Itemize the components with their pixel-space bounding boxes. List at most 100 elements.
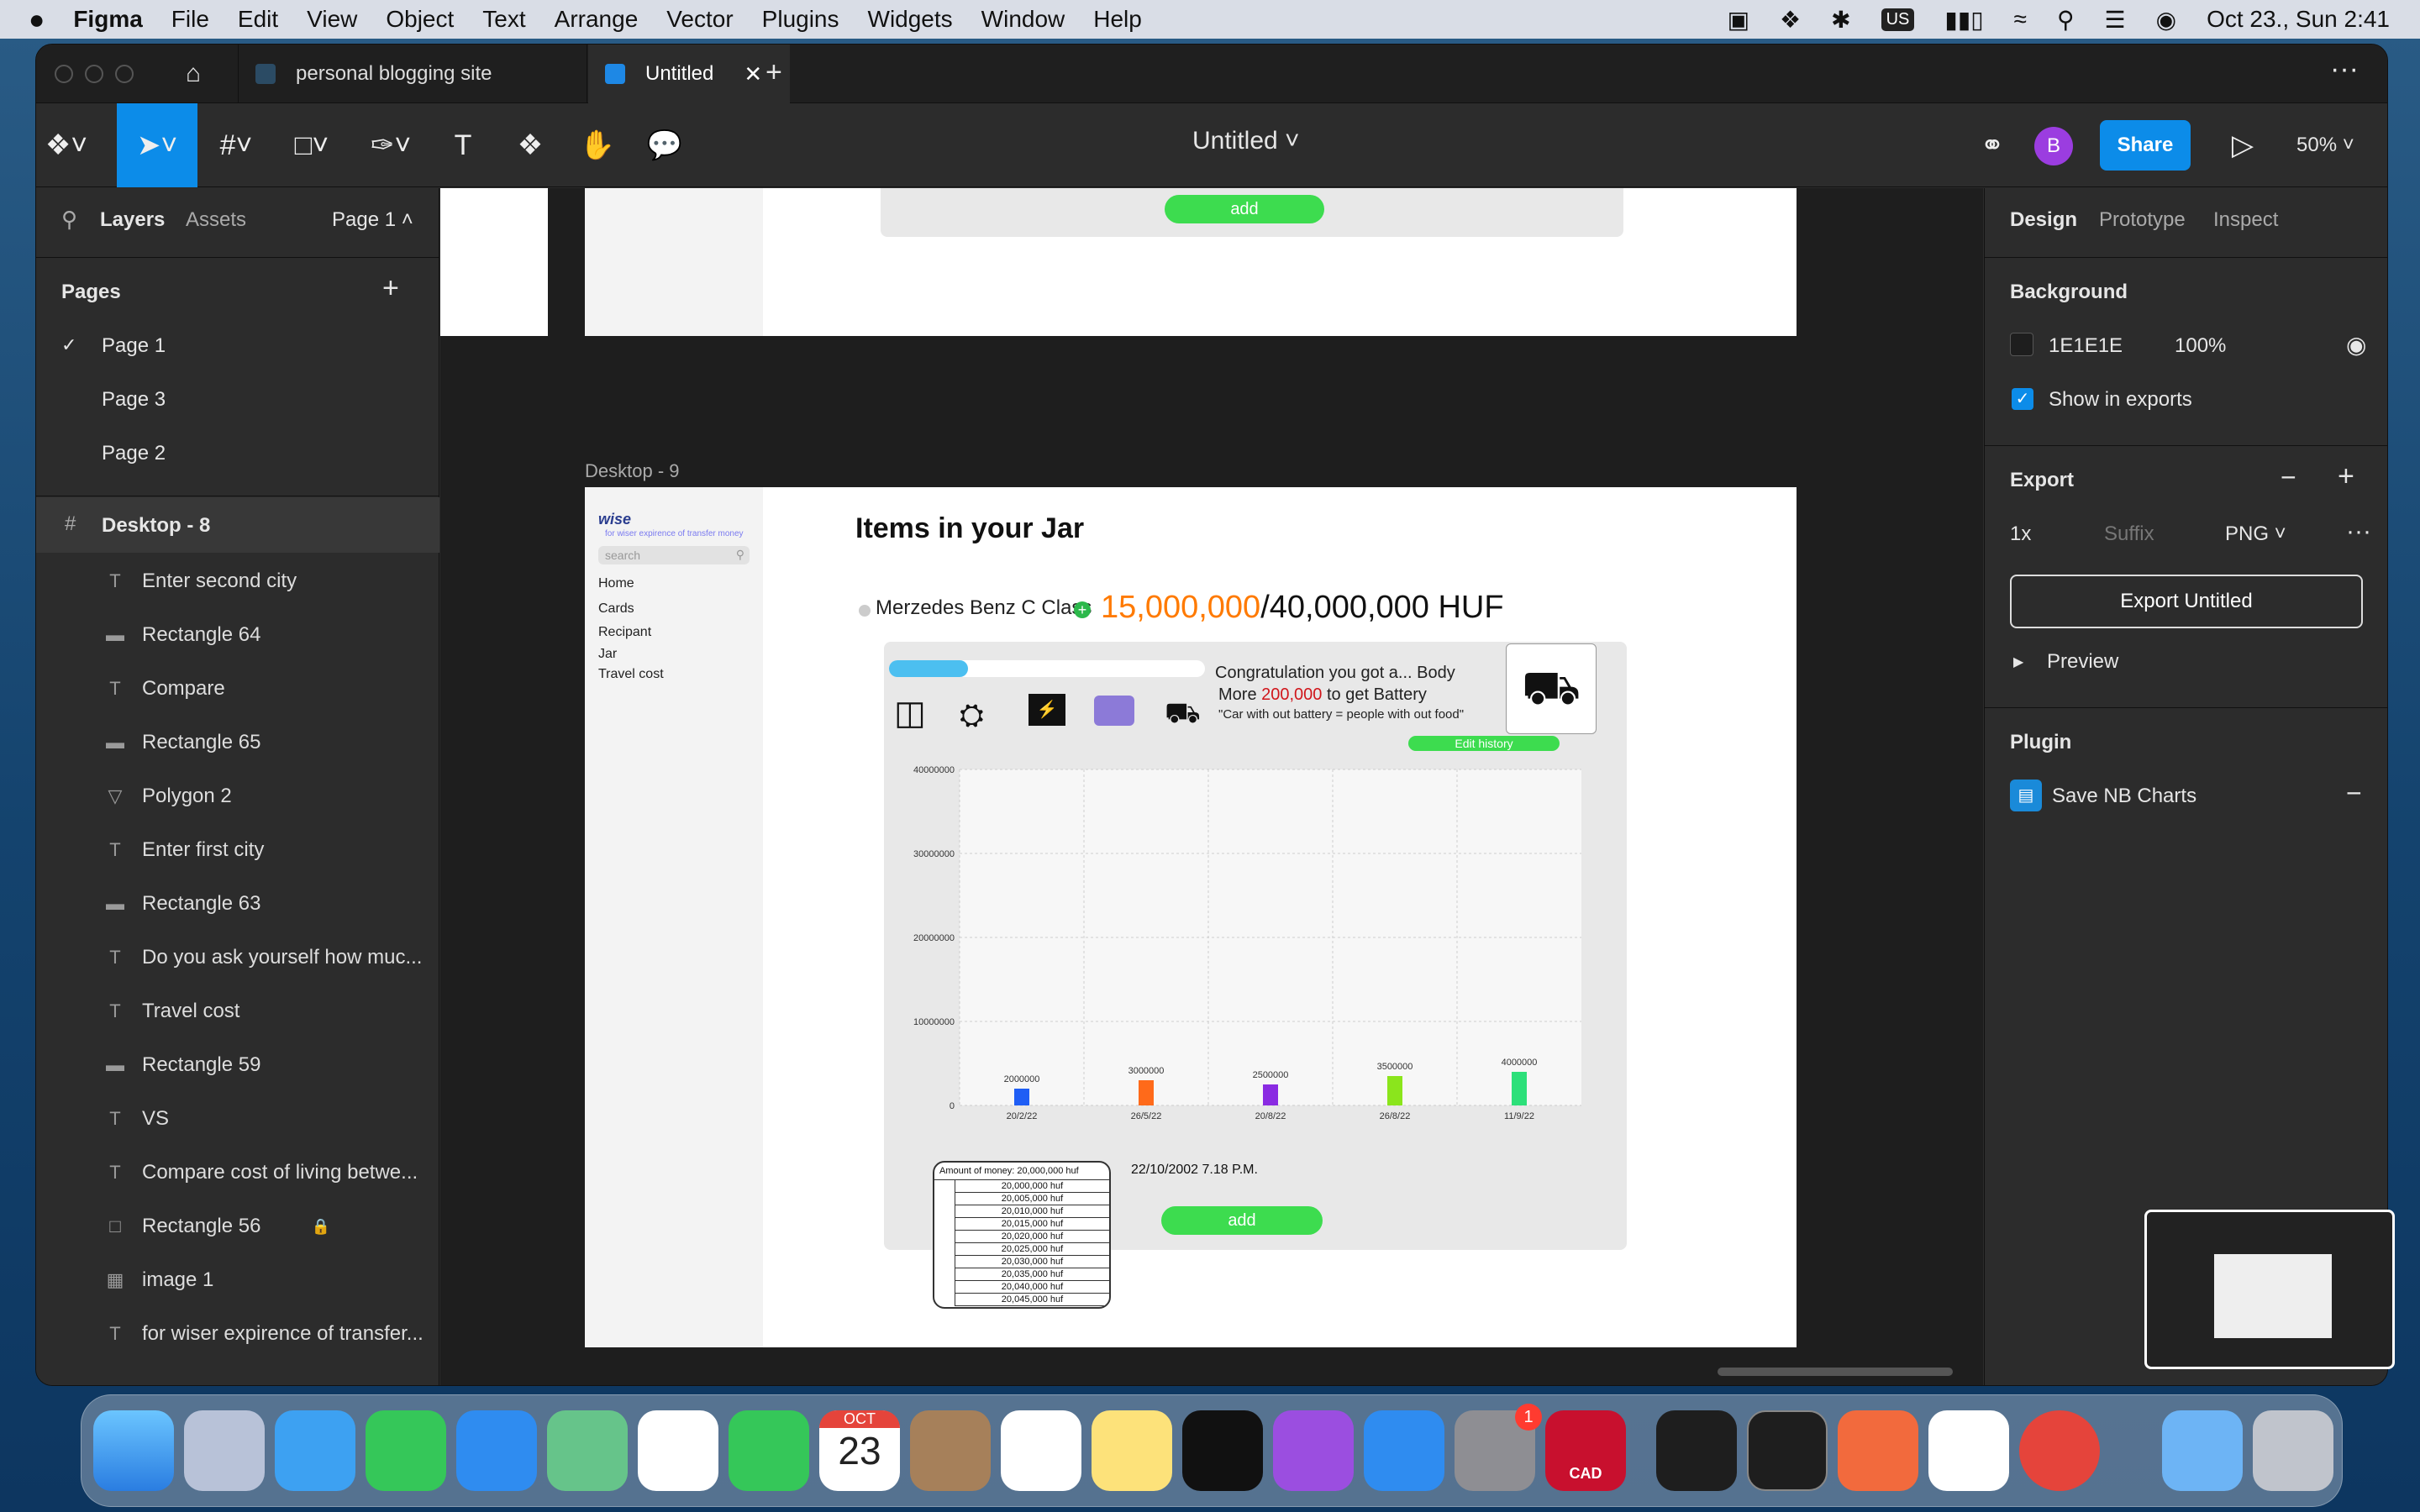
edit-history-button[interactable]: Edit history: [1408, 736, 1560, 751]
layer-row[interactable]: T Travel cost: [36, 984, 439, 1038]
layer-row[interactable]: ▬ Rectangle 59: [36, 1038, 439, 1092]
messages-icon[interactable]: [366, 1410, 446, 1491]
wifi-icon[interactable]: ≈: [2014, 6, 2027, 33]
menu-arrange[interactable]: Arrange: [555, 6, 639, 33]
window-close-button[interactable]: [55, 65, 73, 83]
bluetooth-icon[interactable]: ✱: [1831, 6, 1850, 34]
new-tab-icon[interactable]: +: [765, 56, 782, 89]
amount-option[interactable]: 20,015,000 huf: [955, 1218, 1109, 1231]
menu-app-name[interactable]: Figma: [73, 6, 142, 33]
amount-option[interactable]: 20,045,000 huf: [955, 1294, 1109, 1306]
menu-window[interactable]: Window: [981, 6, 1065, 33]
page-item-1[interactable]: Page 1: [102, 334, 166, 358]
menu-edit[interactable]: Edit: [238, 6, 278, 33]
layer-row[interactable]: ▦ image 1: [36, 1253, 439, 1307]
layer-row[interactable]: T Do you ask yourself how muc...: [36, 931, 439, 984]
resources-icon[interactable]: ❖: [507, 122, 554, 169]
amount-option[interactable]: 20,025,000 huf: [955, 1243, 1109, 1256]
desktop-8-frame[interactable]: add: [585, 188, 1797, 336]
remove-export-icon[interactable]: −: [2281, 462, 2296, 493]
close-tab-icon[interactable]: ✕: [744, 61, 762, 87]
notes-icon[interactable]: [1092, 1410, 1172, 1491]
launchpad-icon[interactable]: [184, 1410, 265, 1491]
layer-row[interactable]: □ Rectangle 56 🔒: [36, 1200, 439, 1253]
frame-layer-row[interactable]: # Desktop - 8: [36, 497, 439, 553]
more-icon[interactable]: ···: [2330, 53, 2359, 86]
calendar-icon[interactable]: OCT 23: [819, 1410, 900, 1491]
system-preferences-icon[interactable]: 1: [1455, 1404, 1542, 1491]
siri-icon[interactable]: ◉: [2156, 6, 2176, 34]
expand-preview-icon[interactable]: ▶: [2013, 654, 2023, 670]
menu-vector[interactable]: Vector: [666, 6, 733, 33]
avatar[interactable]: B: [2034, 127, 2073, 165]
horizontal-scrollbar[interactable]: [1718, 1368, 1953, 1376]
headphones-icon[interactable]: ⚭: [1969, 122, 2016, 169]
export-button[interactable]: Export Untitled: [2010, 575, 2363, 628]
remove-plugin-icon[interactable]: −: [2346, 778, 2362, 809]
share-button[interactable]: Share: [2100, 120, 2191, 171]
pen-tool-icon[interactable]: ✑˅: [367, 122, 414, 169]
add-export-icon[interactable]: +: [2338, 460, 2354, 493]
color-swatch[interactable]: [2010, 333, 2033, 356]
add-circle-icon[interactable]: +: [1074, 601, 1091, 618]
amount-option[interactable]: 20,000,000 huf: [955, 1180, 1109, 1193]
contacts-icon[interactable]: [910, 1410, 991, 1491]
menu-plugins[interactable]: Plugins: [762, 6, 839, 33]
page-item-2[interactable]: Page 2: [102, 442, 166, 465]
bg-opacity-value[interactable]: 100%: [2175, 334, 2226, 358]
menu-file[interactable]: File: [171, 6, 209, 33]
control-center-icon[interactable]: ☰: [2105, 6, 2126, 34]
zoom-dropdown[interactable]: 50% ˅: [2296, 134, 2354, 157]
finder-icon[interactable]: [93, 1410, 174, 1491]
nav-travel-cost[interactable]: Travel cost: [598, 667, 664, 682]
menu-widgets[interactable]: Widgets: [868, 6, 953, 33]
format-dropdown[interactable]: PNG ˅: [2225, 522, 2286, 546]
nav-cards[interactable]: Cards: [598, 601, 634, 617]
add-button[interactable]: add: [1165, 195, 1324, 223]
window-minimize-button[interactable]: [85, 65, 103, 83]
text-tool-icon[interactable]: T: [439, 122, 487, 169]
search-icon[interactable]: ⚲: [61, 207, 77, 233]
layer-row[interactable]: T Enter second city: [36, 554, 439, 608]
trash-icon[interactable]: [2253, 1410, 2333, 1491]
amount-option[interactable]: 20,030,000 huf: [955, 1256, 1109, 1268]
amount-dropdown[interactable]: Amount of money: 20,000,000 huf 20,000,0…: [933, 1161, 1111, 1309]
window-thumbnail[interactable]: [2144, 1210, 2395, 1369]
battery-icon[interactable]: ▮▮▯: [1944, 6, 1983, 34]
suffix-input[interactable]: Suffix: [2104, 522, 2154, 546]
pen-app-icon[interactable]: [1838, 1410, 1918, 1491]
move-tool-icon[interactable]: ➤˅: [117, 103, 197, 187]
menu-help[interactable]: Help: [1093, 6, 1142, 33]
nav-home[interactable]: Home: [598, 576, 634, 591]
amount-option[interactable]: 20,010,000 huf: [955, 1205, 1109, 1218]
mail-icon[interactable]: [456, 1410, 537, 1491]
eye-icon[interactable]: ◉: [2346, 331, 2366, 359]
figma-menu-icon[interactable]: ❖: [1780, 6, 1801, 34]
preview-toggle[interactable]: Preview: [2047, 650, 2118, 674]
main-menu-icon[interactable]: ❖˅: [43, 122, 90, 169]
maps-icon[interactable]: [547, 1410, 628, 1491]
app-store-icon[interactable]: [1364, 1410, 1444, 1491]
amount-option[interactable]: 20,035,000 huf: [955, 1268, 1109, 1281]
canvas[interactable]: add Desktop - 9 wise for wiser expirence…: [440, 188, 1983, 1385]
tab-prototype[interactable]: Prototype: [2099, 208, 2186, 232]
hand-tool-icon[interactable]: ✋: [574, 122, 621, 169]
bg-color-value[interactable]: 1E1E1E: [2049, 334, 2123, 358]
tab-design[interactable]: Design: [2010, 208, 2077, 232]
layer-row[interactable]: ▬ Rectangle 63: [36, 877, 439, 931]
amount-option[interactable]: 20,020,000 huf: [955, 1231, 1109, 1243]
layer-row[interactable]: T VS: [36, 1092, 439, 1146]
photos-icon[interactable]: [638, 1410, 718, 1491]
camera-icon[interactable]: ▣: [1728, 6, 1749, 34]
export-settings-icon[interactable]: ···: [2346, 517, 2371, 546]
lock-icon[interactable]: 🔒: [311, 1218, 329, 1236]
comment-tool-icon[interactable]: 💬: [641, 122, 688, 169]
shape-tool-icon[interactable]: □˅: [288, 122, 335, 169]
page-item-3[interactable]: Page 3: [102, 388, 166, 412]
facetime-icon[interactable]: [729, 1410, 809, 1491]
frame-label[interactable]: Desktop - 9: [585, 460, 680, 482]
layer-row[interactable]: T Compare cost of living betwe...: [36, 1146, 439, 1200]
tab-layers[interactable]: Layers: [100, 208, 165, 232]
tab-inspect[interactable]: Inspect: [2213, 208, 2278, 232]
input-source-badge[interactable]: US: [1881, 8, 1915, 31]
